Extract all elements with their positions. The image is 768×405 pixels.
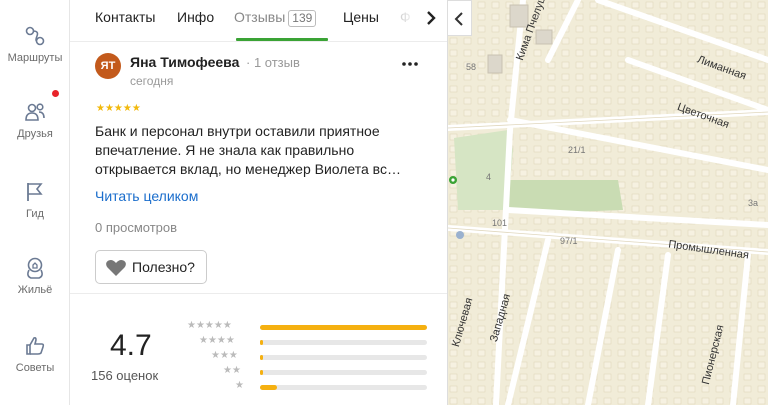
review-author-meta: · 1 отзыв (246, 55, 300, 70)
map-house-number: 4 (486, 172, 492, 182)
tab-info[interactable]: Инфо (177, 9, 214, 25)
sidebar-item-label: Советы (15, 362, 55, 374)
rating-bar-track (260, 340, 427, 345)
flag-icon (27, 183, 43, 201)
tab-contacts[interactable]: Контакты (95, 9, 155, 25)
tab-bar: Контакты Инфо Отзывы139 Цены Ф (70, 0, 447, 42)
avatar[interactable]: ЯТ (95, 53, 121, 79)
review-author[interactable]: Яна Тимофеева (130, 54, 239, 70)
chevron-right-icon[interactable] (422, 9, 440, 27)
route-icon (25, 26, 45, 46)
rating-bar-fill (260, 340, 264, 345)
collapse-panel-button[interactable] (448, 0, 472, 36)
active-tab-indicator (236, 38, 328, 41)
useful-button-label: Полезно? (132, 259, 195, 275)
sidebar-item-label: Маршруты (7, 52, 63, 64)
rating-distribution-row: ★ (187, 380, 432, 393)
sidebar-item-friends[interactable]: Друзья (0, 90, 70, 160)
map-house-number: 3а (748, 198, 759, 208)
rating-row-stars: ★★★★★ (187, 320, 232, 331)
review-views: 0 просмотров (95, 220, 178, 235)
rating-count: 156 оценок (91, 368, 159, 383)
rating-bar-track (260, 325, 427, 330)
rating-row-stars: ★★★ (211, 350, 238, 361)
rating-bar-track (260, 370, 427, 375)
housing-icon (27, 257, 43, 279)
sidebar-item-guide[interactable]: Гид (0, 180, 70, 240)
review-card: ЯТ Яна Тимофеева · 1 отзыв сегодня ★★★★★… (70, 43, 447, 294)
rating-distribution-row: ★★★★ (187, 335, 432, 348)
rating-distribution-row: ★★★ (187, 350, 432, 363)
sidebar-item-housing[interactable]: Жильё (0, 256, 70, 316)
more-options-icon[interactable] (400, 57, 420, 71)
rating-summary: 4.7 156 оценок ★★★★★ ★★★★ ★★★ ★★ ★ (70, 295, 447, 405)
tab-reviews[interactable]: Отзывы 139 (234, 9, 317, 27)
sidebar-item-label: Гид (26, 208, 44, 220)
heart-icon (106, 260, 126, 276)
reviews-count-badge: 139 (288, 10, 317, 27)
map[interactable]: Кима Пчелушая Лиманная Цветочная Промышл… (448, 0, 768, 405)
map-house-number: 97/1 (560, 236, 578, 246)
sidebar-item-tips[interactable]: Советы (0, 334, 70, 394)
sidebar-item-label: Жильё (17, 284, 53, 296)
rating-row-stars: ★★★★ (199, 335, 235, 346)
rating-score: 4.7 (110, 329, 152, 362)
rating-row-stars: ★★ (223, 365, 241, 376)
useful-button[interactable]: Полезно? (95, 250, 207, 284)
sidebar-item-label: Друзья (17, 128, 53, 140)
rating-bar-fill (260, 325, 427, 330)
sidebar: Маршруты Друзья Гид Жильё Советы (0, 0, 70, 405)
friends-icon (25, 103, 45, 121)
rating-distribution-row: ★★ (187, 365, 432, 378)
rating-bar-fill (260, 370, 264, 375)
notification-dot (52, 90, 59, 97)
review-date: сегодня (130, 74, 174, 88)
rating-bar-fill (260, 355, 264, 360)
sidebar-item-routes[interactable]: Маршруты (0, 24, 70, 84)
map-house-number: 101 (492, 218, 508, 228)
thumbs-up-icon (26, 336, 45, 355)
review-text: Банк и персонал внутри оставили приятное… (95, 123, 401, 177)
read-more-link[interactable]: Читать целиком (95, 188, 198, 204)
rating-row-stars: ★ (235, 380, 244, 391)
rating-bar-track (260, 385, 427, 390)
rating-distribution-row: ★★★★★ (187, 320, 432, 333)
tab-prices[interactable]: Цены (343, 9, 379, 25)
organization-panel: Контакты Инфо Отзывы139 Цены Ф ЯТ Яна Ти… (70, 0, 448, 405)
rating-bar-track (260, 355, 427, 360)
chevron-left-icon (454, 12, 463, 26)
tab-reviews-label: Отзывы (234, 9, 286, 25)
map-house-number: 58 (466, 62, 477, 72)
map-house-number: 21/1 (568, 145, 586, 155)
rating-bar-fill (260, 385, 277, 390)
review-rating-stars: ★★★★★ (96, 103, 141, 114)
